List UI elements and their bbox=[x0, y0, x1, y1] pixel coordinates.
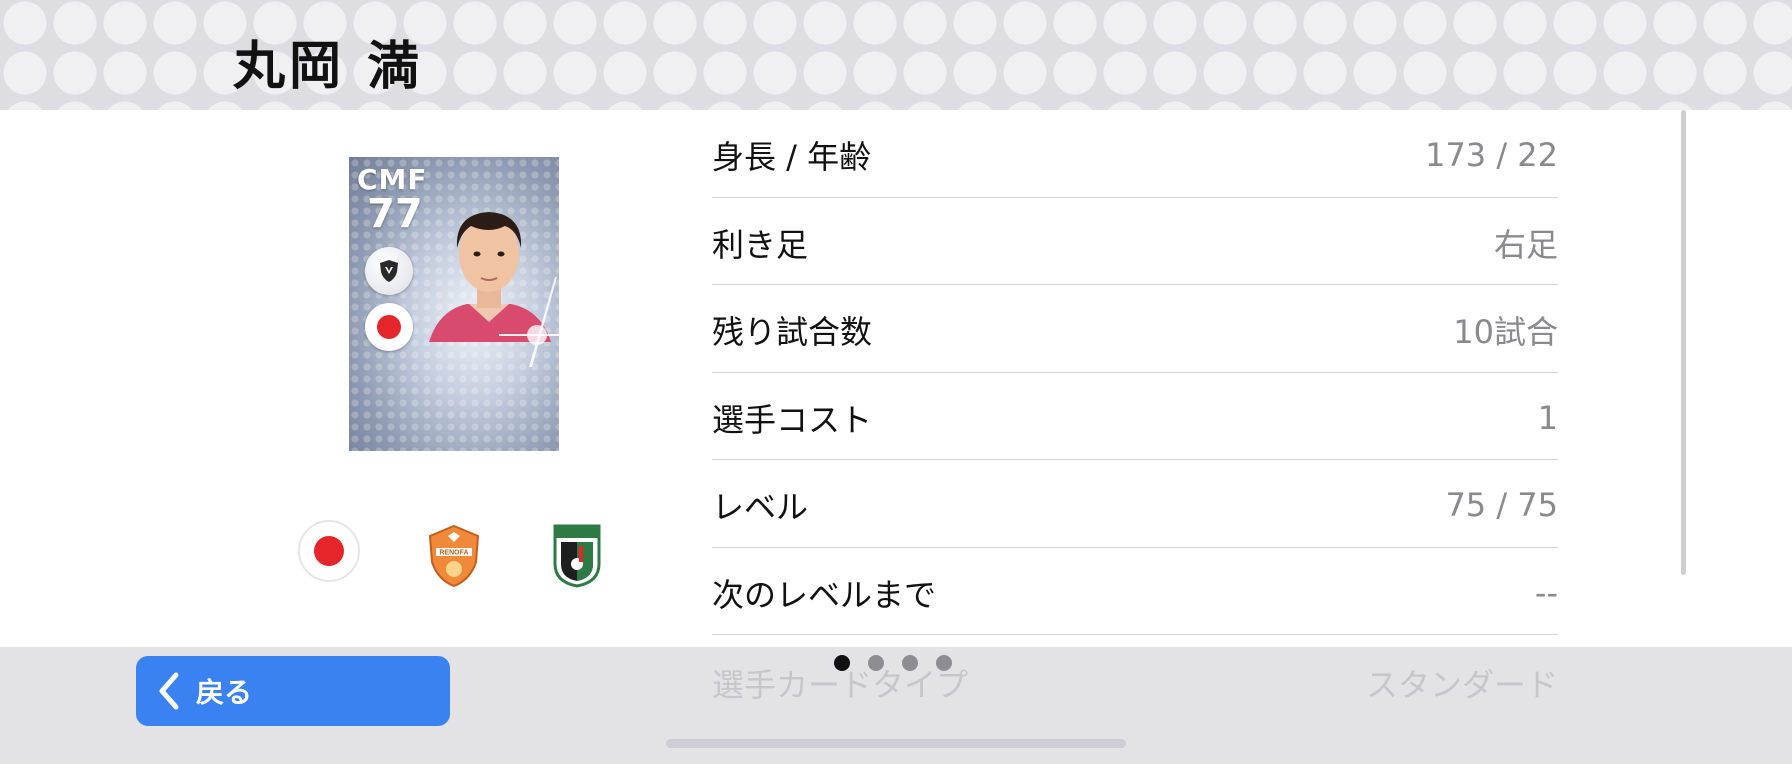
player-card[interactable]: CMF 77 bbox=[349, 157, 559, 451]
svg-text:RENOFA: RENOFA bbox=[439, 550, 468, 557]
info-value: -- bbox=[1534, 573, 1558, 612]
page-dot-1[interactable] bbox=[834, 655, 850, 671]
info-value: スタンダード bbox=[1365, 666, 1558, 704]
info-label: 利き足 bbox=[712, 225, 809, 264]
info-value: 173 / 22 bbox=[1425, 136, 1558, 175]
page-indicator bbox=[834, 655, 952, 671]
chevron-left-icon bbox=[159, 672, 179, 710]
player-info-list: 身長 / 年齢 173 / 22 利き足 右足 残り試合数 10試合 選手コスト… bbox=[712, 110, 1558, 635]
home-indicator[interactable] bbox=[666, 739, 1126, 748]
info-label: 選手コスト bbox=[712, 400, 873, 439]
japan-flag-icon[interactable] bbox=[298, 520, 360, 582]
page-dot-3[interactable] bbox=[902, 655, 918, 671]
light-flare bbox=[499, 277, 559, 367]
player-detail-screen: 丸岡 満 CMF 77 RENOFA 身長 / 年齢 173 / 22 利き足 … bbox=[0, 0, 1792, 764]
info-label: レベル bbox=[712, 488, 809, 527]
page-dot-4[interactable] bbox=[936, 655, 952, 671]
info-value: 75 / 75 bbox=[1445, 486, 1558, 525]
info-row-level: レベル 75 / 75 bbox=[712, 460, 1558, 548]
player-info-panel: CMF 77 RENOFA 身長 / 年齢 173 / 22 利き足 右足 残り… bbox=[0, 110, 1792, 647]
info-row-next-level: 次のレベルまで -- bbox=[712, 548, 1558, 635]
info-value: 右足 bbox=[1493, 225, 1558, 264]
info-row-remaining-matches: 残り試合数 10試合 bbox=[712, 285, 1558, 373]
back-button[interactable]: 戻る bbox=[136, 656, 450, 726]
info-value: 10試合 bbox=[1453, 313, 1558, 352]
info-row-player-cost: 選手コスト 1 bbox=[712, 373, 1558, 460]
header: 丸岡 満 bbox=[0, 0, 1792, 110]
info-row-height-age: 身長 / 年齢 173 / 22 bbox=[712, 110, 1558, 198]
scrollbar[interactable] bbox=[1681, 110, 1686, 575]
page-dot-2[interactable] bbox=[868, 655, 884, 671]
info-label: 身長 / 年齢 bbox=[712, 138, 872, 177]
renofa-yamaguchi-club-icon[interactable]: RENOFA bbox=[426, 524, 482, 588]
info-label: 残り試合数 bbox=[712, 313, 873, 352]
back-button-label: 戻る bbox=[196, 676, 253, 709]
info-row-dominant-foot: 利き足 右足 bbox=[712, 198, 1558, 285]
shield-emblem-icon bbox=[365, 247, 413, 295]
card-rating: 77 bbox=[367, 191, 423, 237]
japan-flag-icon bbox=[365, 303, 413, 351]
info-label: 次のレベルまで bbox=[712, 575, 937, 614]
info-value: 1 bbox=[1537, 398, 1558, 437]
j-league-icon[interactable] bbox=[553, 524, 601, 588]
player-name: 丸岡 満 bbox=[233, 37, 424, 97]
